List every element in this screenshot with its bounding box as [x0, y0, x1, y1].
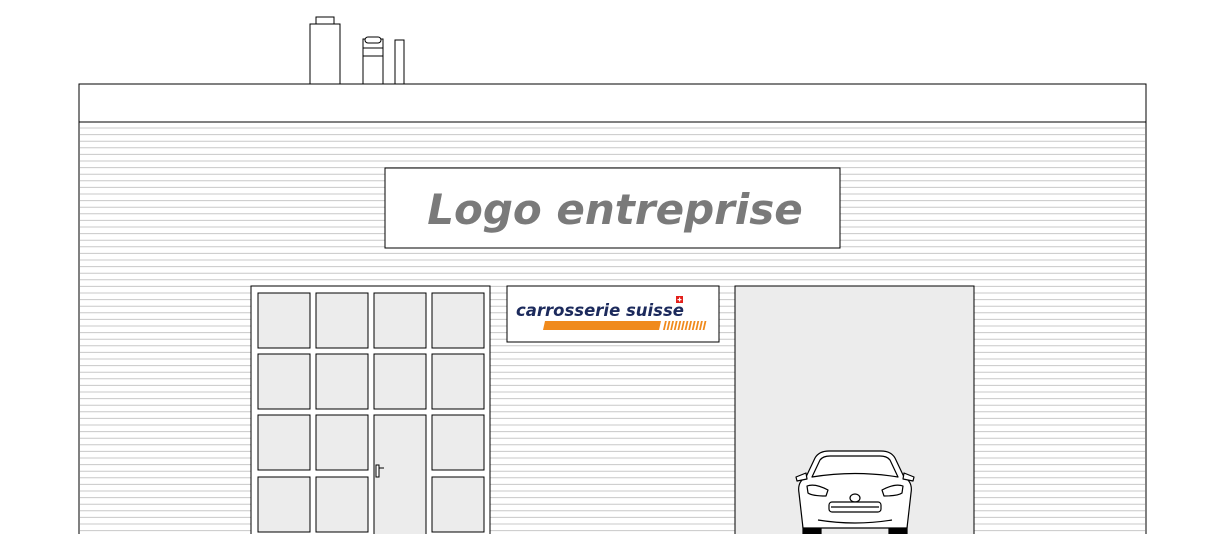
company-logo-sign: Logo entreprise — [384, 167, 841, 249]
company-logo-text: Logo entreprise — [427, 185, 802, 234]
window-pane — [373, 292, 427, 349]
roof-fascia — [78, 83, 1147, 123]
window-pane — [257, 292, 311, 349]
window-pane — [315, 353, 369, 410]
roof-chimney-cap — [315, 16, 335, 25]
door-glass-panel — [373, 414, 427, 534]
roof-vent — [362, 36, 384, 85]
window-pane — [315, 476, 369, 533]
window-pane — [257, 353, 311, 410]
window-pane — [431, 292, 485, 349]
window-pane — [257, 476, 311, 533]
window-pane — [315, 292, 369, 349]
roof-pipe — [394, 39, 405, 85]
window-pane — [431, 414, 485, 471]
window-pane — [315, 414, 369, 471]
window-pane — [257, 414, 311, 471]
roof-chimney — [309, 23, 341, 85]
carrosserie-suisse-sign: carrosserie suisse — [506, 285, 720, 343]
window-pane — [431, 353, 485, 410]
window-pane — [431, 476, 485, 533]
window-pane — [373, 353, 427, 410]
roof-equipment — [309, 16, 405, 85]
brand-logo-text: carrosserie suisse — [516, 301, 684, 321]
building-facade-drawing: Logo entreprise carrosserie suisse — [78, 16, 1147, 534]
car-front-icon — [795, 450, 915, 534]
swiss-cross-icon — [676, 296, 683, 303]
entrance-window-grid — [250, 285, 491, 534]
